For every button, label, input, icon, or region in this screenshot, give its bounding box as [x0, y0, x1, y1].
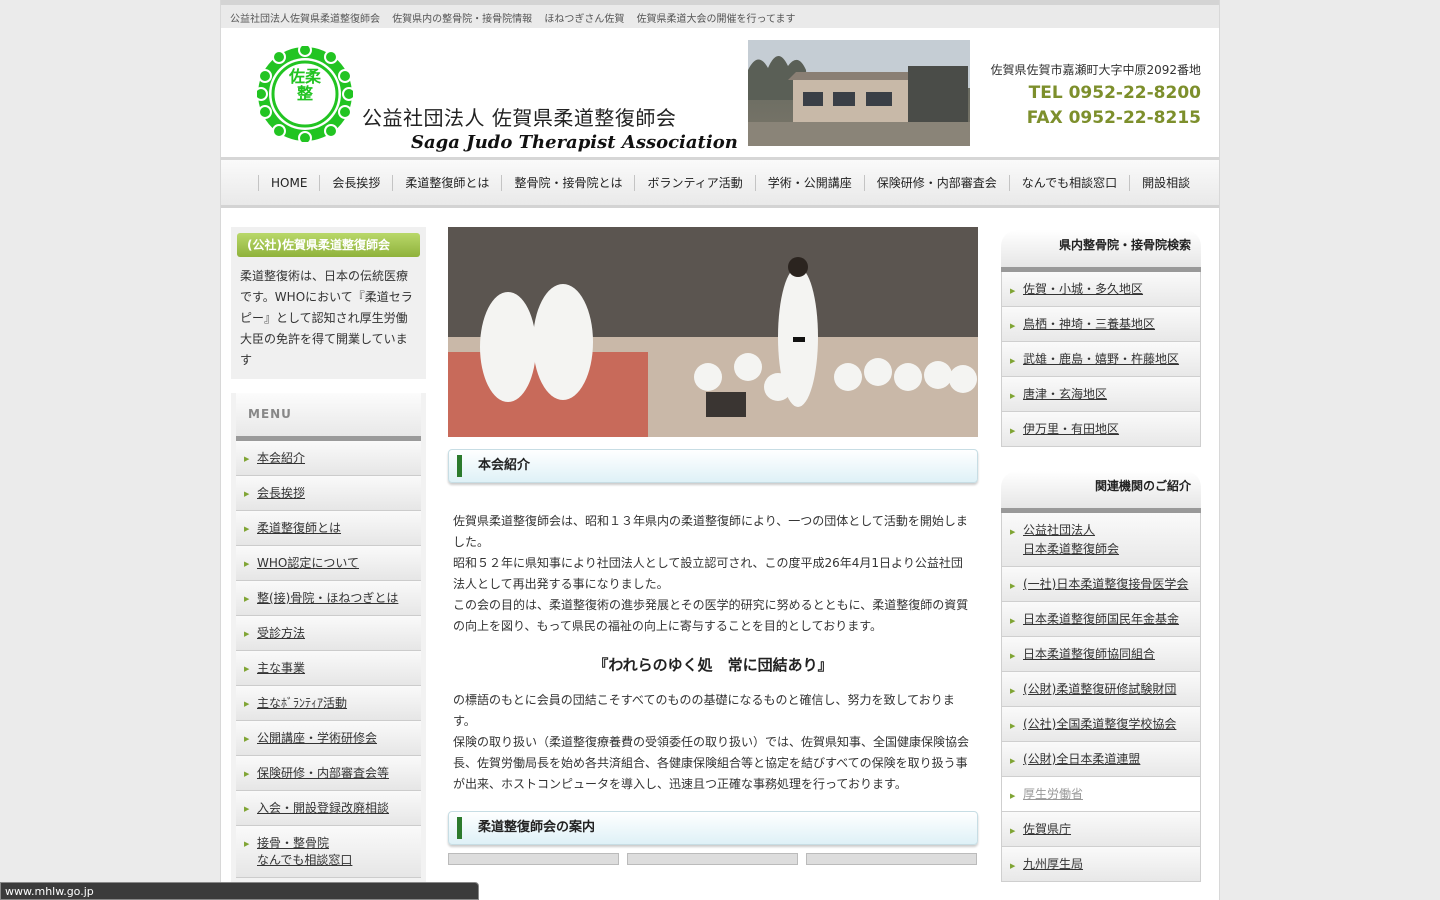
top-info-item: 佐賀県内の整骨院・接骨院情報	[392, 14, 533, 25]
tel-number[interactable]: TEL 0952-22-8200	[1029, 83, 1201, 103]
menu-item[interactable]: WHO認定について	[236, 546, 421, 581]
menu-item[interactable]: 本会紹介	[236, 441, 421, 476]
section-title-guide: 柔道整復師会の案内	[448, 811, 978, 845]
related-org-link[interactable]: (公財)全日本柔道連盟	[1001, 742, 1201, 777]
side-menu: MENU 本会紹介 会長挨拶 柔道整復師とは WHO認定について 整(接)骨院・…	[231, 393, 426, 883]
menu-item[interactable]: 受診方法	[236, 616, 421, 651]
nav-greeting[interactable]: 会長挨拶	[319, 174, 392, 191]
clinic-area-link[interactable]: 伊万里・有田地区	[1001, 412, 1201, 447]
intro-paragraph: この会の目的は、柔道整復術の進歩発展とその医学的研究に努めるとともに、柔道整復師…	[453, 598, 969, 633]
emblem-text: 佐柔整	[288, 67, 321, 103]
top-info-item: 公益社団法人佐賀県柔道整復師会	[230, 14, 380, 25]
clinic-area-link[interactable]: 武雄・鹿島・嬉野・杵藤地区	[1001, 342, 1201, 377]
related-org-link[interactable]: 日本柔道整復師国民年金基金	[1001, 602, 1201, 637]
org-name-en[interactable]: Saga Judo Therapist Association	[411, 132, 738, 153]
related-orgs-box: 関連機関のご紹介 公益社団法人 日本柔道整復師会 (一社)日本柔道整復接骨医学会…	[1001, 471, 1201, 882]
menu-item[interactable]: 整(接)骨院・ほねつぎとは	[236, 581, 421, 616]
menu-item[interactable]: 主なﾎﾞﾗﾝﾃｨｱ活動	[236, 686, 421, 721]
related-org-link[interactable]: 九州厚生局	[1001, 847, 1201, 882]
menu-item[interactable]: 接骨・整骨院 なんでも相談窓口	[236, 826, 421, 878]
guide-thumbnails	[448, 853, 978, 865]
menu-item[interactable]: 柔道整復師とは	[236, 511, 421, 546]
nav-opening[interactable]: 開設相談	[1129, 174, 1202, 191]
menu-item[interactable]: 保険研修・内部審査会等	[236, 756, 421, 791]
nav-clinic[interactable]: 整骨院・接骨院とは	[501, 174, 634, 191]
related-org-link[interactable]: (公財)柔道整復研修試験財団	[1001, 672, 1201, 707]
intro-text: 柔道整復術は、日本の伝統医療です。WHOにおいて『柔道セラピー』として認知され厚…	[240, 269, 413, 367]
menu-item[interactable]: 会長挨拶	[236, 476, 421, 511]
intro-paragraph: 佐賀県柔道整復師会は、昭和１３年県内の柔道整復師により、一つの団体として活動を開…	[453, 514, 968, 549]
menu-title: MENU	[236, 393, 421, 441]
clinic-area-link[interactable]: 唐津・玄海地区	[1001, 377, 1201, 412]
nav-academic[interactable]: 学術・公開講座	[754, 174, 864, 191]
right-sidebar: 県内整骨院・接骨院検索 佐賀・小城・多久地区 鳥栖・神埼・三養基地区 武雄・鹿島…	[1001, 230, 1201, 882]
clinic-area-link[interactable]: 佐賀・小城・多久地区	[1001, 272, 1201, 307]
guide-thumbnail[interactable]	[806, 853, 977, 865]
main-content: 本会紹介 佐賀県柔道整復師会は、昭和１３年県内の柔道整復師により、一つの団体とし…	[448, 227, 978, 865]
motto: 『われらのゆく処 常に団結あり』	[593, 656, 833, 674]
related-org-link[interactable]: 厚生労働省	[1001, 777, 1201, 812]
nav-volunteer[interactable]: ボランティア活動	[634, 174, 754, 191]
judo-hero-photo	[448, 227, 978, 437]
clinic-search-title: 県内整骨院・接骨院検索	[1001, 230, 1201, 272]
office-building-photo	[748, 40, 970, 146]
nav-judo-therapist[interactable]: 柔道整復師とは	[392, 174, 501, 191]
top-info-item: 佐賀県柔道大会の開催を行ってます	[636, 14, 796, 25]
browser-status-bar: www.mhlw.go.jp	[0, 882, 479, 900]
related-org-link[interactable]: 公益社団法人 日本柔道整復師会	[1001, 513, 1201, 567]
intro-paragraph: の標語のもとに会員の団結こそすべてのものの基礎になるものと確信し、努力を致してお…	[453, 693, 955, 728]
global-nav: HOME 会長挨拶 柔道整復師とは 整骨院・接骨院とは ボランティア活動 学術・…	[221, 160, 1219, 208]
page: 公益社団法人佐賀県柔道整復師会 佐賀県内の整骨院・接骨院情報 ほねつぎさん佐賀 …	[220, 0, 1220, 900]
site-header: 佐柔整 公益社団法人 佐賀県柔道整復師会 Saga Judo Therapist…	[221, 28, 1219, 160]
guide-thumbnail[interactable]	[627, 853, 798, 865]
intro-box: (公社)佐賀県柔道整復師会 柔道整復術は、日本の伝統医療です。WHOにおいて『柔…	[231, 227, 426, 379]
section-title-intro: 本会紹介	[448, 449, 978, 483]
nav-consultation[interactable]: なんでも相談窓口	[1008, 174, 1129, 191]
intro-paragraph: 昭和５２年に県知事により社団法人として設立認可され、この度平成26年4月1日より…	[453, 556, 963, 591]
fax-number: FAX 0952-22-8215	[1026, 108, 1201, 128]
top-info-bar: 公益社団法人佐賀県柔道整復師会 佐賀県内の整骨院・接骨院情報 ほねつぎさん佐賀 …	[221, 0, 1219, 28]
menu-item[interactable]: 入会・開設登録改廃相談	[236, 791, 421, 826]
related-org-link[interactable]: 日本柔道整復師協同組合	[1001, 637, 1201, 672]
left-sidebar: (公社)佐賀県柔道整復師会 柔道整復術は、日本の伝統医療です。WHOにおいて『柔…	[231, 227, 426, 883]
intro-paragraph: 保険の取り扱い（柔道整復療養費の受領委任の取り扱い）では、佐賀県知事、全国健康保…	[453, 735, 970, 791]
top-info-item: ほねつぎさん佐賀	[544, 14, 625, 25]
clinic-area-link[interactable]: 鳥栖・神埼・三養基地区	[1001, 307, 1201, 342]
related-org-link[interactable]: 佐賀県庁	[1001, 812, 1201, 847]
menu-item[interactable]: 公開講座・学術研修会	[236, 721, 421, 756]
guide-thumbnail[interactable]	[448, 853, 619, 865]
office-address: 佐賀県佐賀市嘉瀬町大字中原2092番地	[990, 63, 1201, 77]
clinic-search-box: 県内整骨院・接骨院検索 佐賀・小城・多久地区 鳥栖・神埼・三養基地区 武雄・鹿島…	[1001, 230, 1201, 447]
nav-insurance[interactable]: 保険研修・内部審査会	[863, 174, 1009, 191]
menu-item[interactable]: 主な事業	[236, 651, 421, 686]
related-org-link[interactable]: (公社)全国柔道整復学校協会	[1001, 707, 1201, 742]
org-name-jp[interactable]: 公益社団法人 佐賀県柔道整復師会	[362, 102, 676, 131]
related-org-link[interactable]: (一社)日本柔道整復接骨医学会	[1001, 567, 1201, 602]
nav-home[interactable]: HOME	[258, 174, 319, 191]
intro-title: (公社)佐賀県柔道整復師会	[237, 233, 420, 257]
related-orgs-title: 関連機関のご紹介	[1001, 471, 1201, 513]
